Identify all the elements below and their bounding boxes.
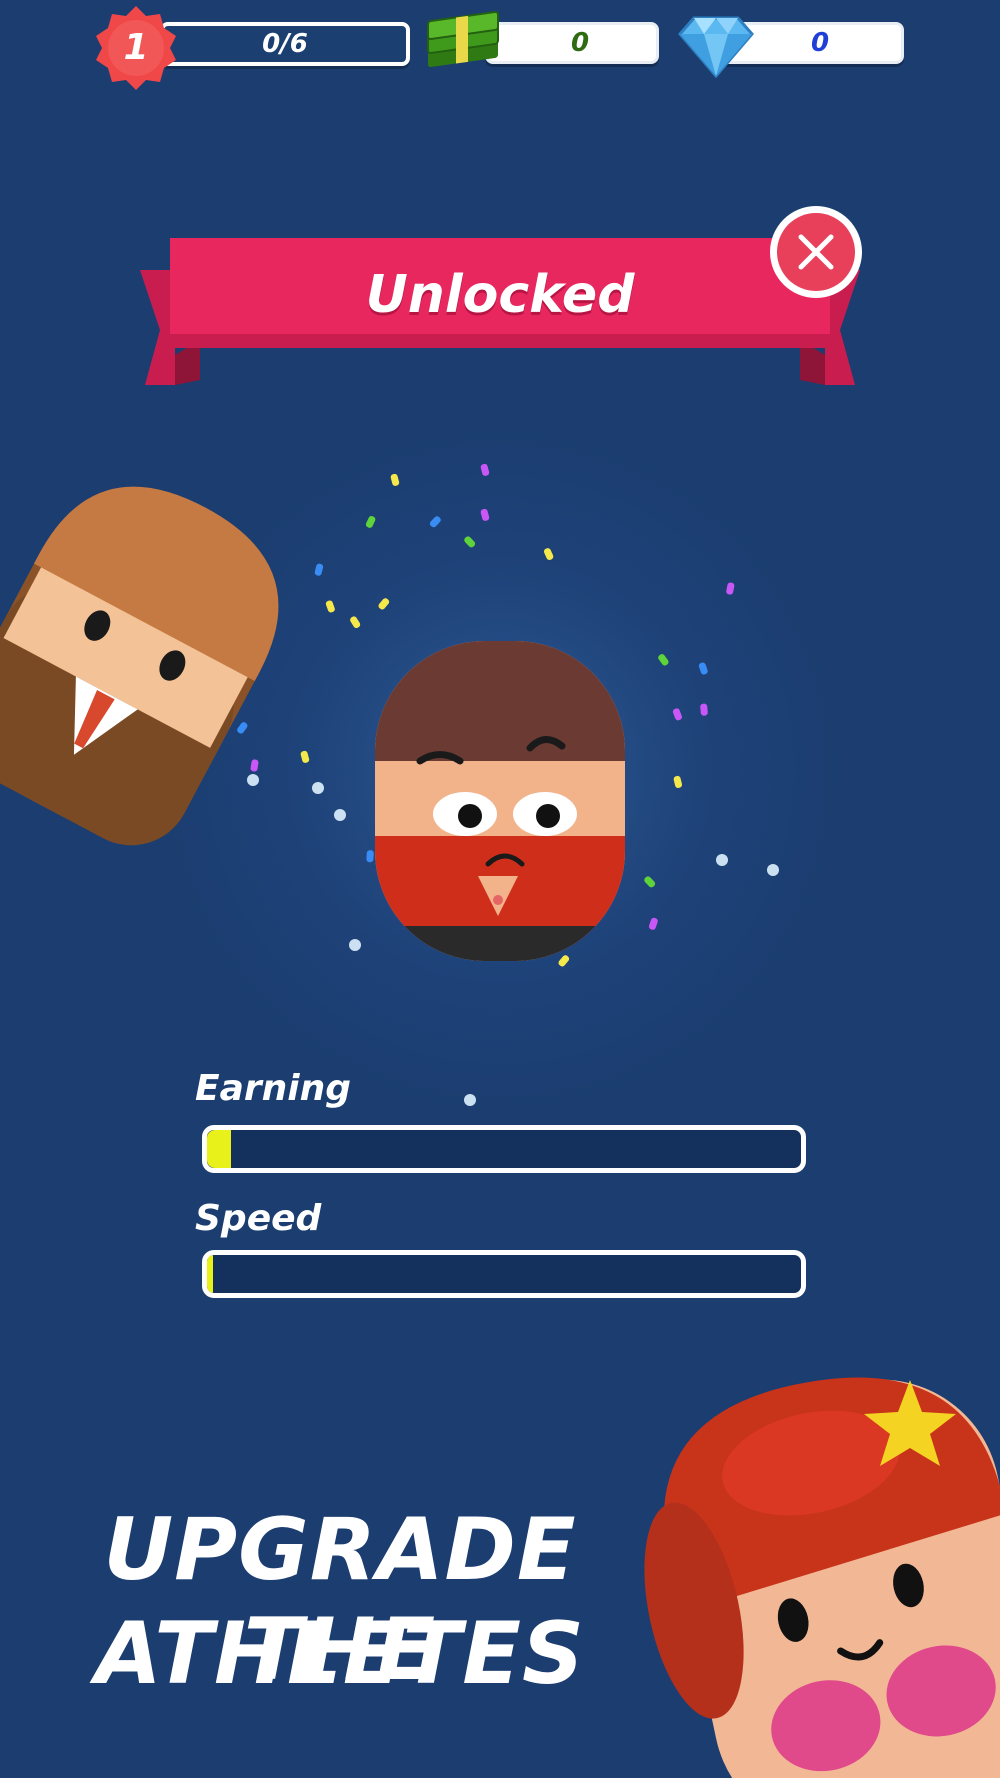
earning-label: Earning xyxy=(195,1068,352,1109)
speed-bar xyxy=(202,1250,806,1298)
earning-bar-fill xyxy=(207,1130,231,1168)
caption-line-2: ATHLETES xyxy=(95,1604,585,1704)
confetti-piece xyxy=(543,548,554,561)
sparkle xyxy=(349,939,361,951)
confetti-piece xyxy=(464,536,476,548)
confetti-piece xyxy=(726,582,735,595)
diamond-icon xyxy=(678,16,754,78)
confetti-piece xyxy=(673,775,683,789)
level-progress-text: 0/6 xyxy=(262,29,308,59)
level-number: 1 xyxy=(123,27,149,68)
confetti-piece xyxy=(390,473,400,486)
confetti-piece xyxy=(480,463,490,476)
confetti-piece xyxy=(314,563,324,576)
confetti-piece xyxy=(429,516,441,528)
earning-bar xyxy=(202,1125,806,1173)
confetti-piece xyxy=(350,616,361,629)
confetti-piece xyxy=(300,750,310,763)
sparkle xyxy=(767,864,779,876)
confetti-piece xyxy=(644,876,656,888)
speed-label: Speed xyxy=(195,1198,322,1239)
cash-stack-icon xyxy=(427,10,499,68)
sparkle xyxy=(312,782,324,794)
athlete-unlocked-character xyxy=(375,641,625,961)
sparkle xyxy=(334,809,346,821)
confetti-piece xyxy=(325,600,335,613)
athlete-mermaid xyxy=(644,1377,1000,1778)
confetti-piece xyxy=(658,654,669,666)
sparkle xyxy=(716,854,728,866)
gem-value: 0 xyxy=(810,28,830,58)
close-button[interactable] xyxy=(768,204,864,300)
sparkle xyxy=(464,1094,476,1106)
cash-value: 0 xyxy=(570,28,590,58)
athlete-businessman xyxy=(0,486,279,846)
speed-bar-fill xyxy=(207,1255,213,1293)
confetti-piece xyxy=(365,515,376,528)
banner-title: Unlocked xyxy=(365,265,635,325)
confetti-piece xyxy=(672,708,682,721)
confetti-piece xyxy=(480,508,490,521)
confetti-piece xyxy=(698,662,708,675)
confetti-piece xyxy=(648,917,658,930)
confetti-piece xyxy=(378,598,390,610)
confetti-piece xyxy=(700,703,708,716)
game-screen: 0/6 1 0 0 Unlocked Earning Speed UPGRADE… xyxy=(0,0,1000,1778)
